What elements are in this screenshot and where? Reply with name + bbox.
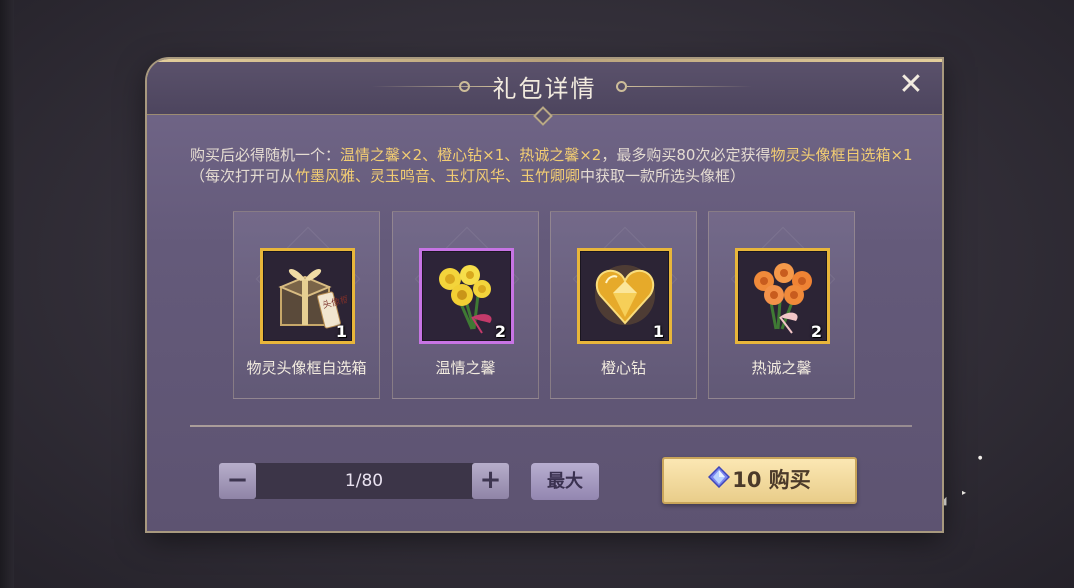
item-quantity: 2	[810, 322, 822, 341]
description-text: （每次打开可从	[190, 167, 296, 185]
description-highlight: 竹墨风雅、灵玉鸣音、玉灯风华、玉竹卿卿	[295, 167, 581, 185]
pack-description: 购买后必得随机一个：温情之馨×2、橙心钻×1、热诚之馨×2，最多购买80次必定获…	[190, 145, 916, 187]
sparkle-icon: ●	[978, 455, 983, 461]
item-name: 温情之馨	[435, 359, 496, 377]
item-card-passion-fragrance[interactable]: 2 热诚之馨	[708, 211, 855, 399]
item-name: 热诚之馨	[751, 359, 812, 377]
buy-button[interactable]: 10 购买	[662, 457, 857, 504]
quantity-value: 1/80	[344, 471, 384, 491]
dialog-header: 礼包详情 ✕	[147, 59, 942, 115]
title-ornament-dot-right	[616, 81, 627, 92]
section-divider	[190, 425, 912, 427]
item-card-orange-heart-diamond[interactable]: 1 橙心钻	[550, 211, 697, 399]
description-text: 中获取一款所选头像框）	[580, 167, 746, 185]
item-quantity: 1	[652, 322, 664, 341]
item-slot[interactable]: 头像框 1	[260, 248, 355, 344]
diamond-currency-icon	[708, 460, 731, 503]
description-text: ，最多购买80次必定获得	[601, 146, 771, 164]
item-slot[interactable]: 2	[419, 248, 514, 344]
item-card-avatar-frame-box[interactable]: 头像框 1 物灵头像框自选箱	[233, 211, 380, 399]
sparkle-icon: ▸	[962, 488, 967, 497]
max-quantity-button[interactable]: 最大	[531, 463, 599, 500]
title-ornament-right	[627, 86, 752, 87]
background-edge	[0, 0, 14, 588]
gift-pack-dialog: 礼包详情 ✕ 购买后必得随机一个：温情之馨×2、橙心钻×1、热诚之馨×2，最多购…	[147, 59, 942, 531]
item-slot[interactable]: 1	[577, 248, 672, 344]
item-card-warm-fragrance[interactable]: 2 温情之馨	[392, 211, 539, 399]
description-text: 购买后必得随机一个：	[190, 146, 341, 164]
item-quantity: 2	[494, 322, 506, 341]
item-slot[interactable]: 2	[735, 248, 830, 344]
quantity-stepper[interactable]: − 1/80 +	[219, 463, 509, 499]
increase-quantity-button[interactable]: +	[472, 463, 509, 499]
description-highlight: 温情之馨×2、橙心钻×1、热诚之馨×2	[340, 146, 602, 164]
buy-label: 购买	[768, 468, 811, 492]
dialog-title: 礼包详情	[492, 75, 597, 103]
description-highlight: 物灵头像框自选箱×1	[770, 146, 913, 164]
item-name: 橙心钻	[600, 359, 646, 377]
item-name: 物灵头像框自选箱	[246, 359, 367, 377]
close-button[interactable]: ✕	[896, 70, 926, 101]
decrease-quantity-button[interactable]: −	[219, 463, 256, 499]
item-quantity: 1	[335, 322, 347, 341]
buy-price: 10	[732, 468, 762, 492]
